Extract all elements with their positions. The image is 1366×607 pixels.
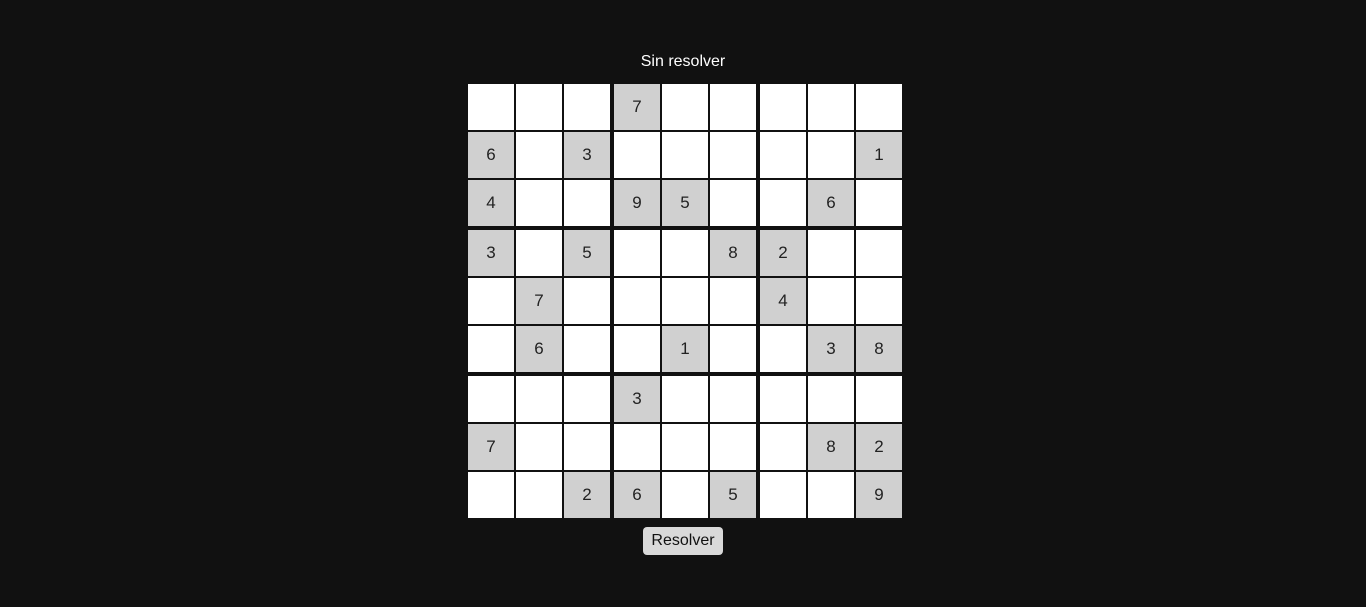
sudoku-cell[interactable] bbox=[808, 278, 854, 324]
sudoku-grid: 76314956358274613837822659 bbox=[466, 82, 902, 518]
sudoku-cell[interactable] bbox=[516, 230, 562, 276]
sudoku-cell[interactable] bbox=[760, 180, 806, 226]
sudoku-cell[interactable] bbox=[662, 376, 708, 422]
sudoku-cell[interactable]: 5 bbox=[564, 230, 610, 276]
sudoku-cell[interactable] bbox=[564, 278, 610, 324]
sudoku-cell[interactable]: 3 bbox=[614, 376, 660, 422]
status-text: Sin resolver bbox=[640, 53, 726, 70]
sudoku-cell[interactable] bbox=[468, 278, 514, 324]
sudoku-cell[interactable] bbox=[856, 230, 902, 276]
solve-button[interactable]: Resolver bbox=[643, 527, 723, 555]
sudoku-cell[interactable]: 3 bbox=[808, 326, 854, 372]
sudoku-cell[interactable] bbox=[808, 84, 854, 130]
sudoku-cell[interactable]: 7 bbox=[468, 424, 514, 470]
sudoku-cell[interactable]: 2 bbox=[856, 424, 902, 470]
sudoku-cell[interactable] bbox=[468, 472, 514, 518]
sudoku-cell[interactable]: 6 bbox=[808, 180, 854, 226]
sudoku-cell[interactable]: 8 bbox=[710, 230, 756, 276]
sudoku-cell[interactable] bbox=[808, 472, 854, 518]
sudoku-cell[interactable] bbox=[856, 84, 902, 130]
sudoku-cell[interactable] bbox=[564, 376, 610, 422]
sudoku-cell[interactable]: 4 bbox=[468, 180, 514, 226]
sudoku-cell[interactable] bbox=[614, 424, 660, 470]
sudoku-cell[interactable]: 2 bbox=[564, 472, 610, 518]
sudoku-cell[interactable]: 3 bbox=[564, 132, 610, 178]
sudoku-cell[interactable] bbox=[760, 132, 806, 178]
sudoku-cell[interactable] bbox=[564, 84, 610, 130]
sudoku-cell[interactable] bbox=[468, 376, 514, 422]
sudoku-cell[interactable]: 6 bbox=[614, 472, 660, 518]
sudoku-cell[interactable] bbox=[662, 424, 708, 470]
sudoku-cell[interactable] bbox=[564, 326, 610, 372]
sudoku-cell[interactable] bbox=[710, 376, 756, 422]
sudoku-cell[interactable] bbox=[710, 180, 756, 226]
sudoku-cell[interactable] bbox=[710, 132, 756, 178]
sudoku-cell[interactable]: 2 bbox=[760, 230, 806, 276]
sudoku-cell[interactable] bbox=[662, 278, 708, 324]
sudoku-cell[interactable] bbox=[564, 180, 610, 226]
sudoku-cell[interactable] bbox=[614, 278, 660, 324]
sudoku-cell[interactable] bbox=[516, 84, 562, 130]
sudoku-cell[interactable]: 8 bbox=[856, 326, 902, 372]
sudoku-cell[interactable] bbox=[760, 84, 806, 130]
sudoku-cell[interactable] bbox=[662, 472, 708, 518]
sudoku-cell[interactable] bbox=[662, 84, 708, 130]
sudoku-cell[interactable] bbox=[614, 230, 660, 276]
sudoku-cell[interactable]: 3 bbox=[468, 230, 514, 276]
sudoku-cell[interactable] bbox=[710, 84, 756, 130]
sudoku-cell[interactable] bbox=[760, 424, 806, 470]
sudoku-cell[interactable]: 8 bbox=[808, 424, 854, 470]
sudoku-cell[interactable] bbox=[662, 230, 708, 276]
sudoku-cell[interactable] bbox=[710, 326, 756, 372]
sudoku-cell[interactable] bbox=[856, 278, 902, 324]
sudoku-cell[interactable] bbox=[468, 84, 514, 130]
sudoku-cell[interactable]: 1 bbox=[856, 132, 902, 178]
sudoku-cell[interactable] bbox=[516, 376, 562, 422]
sudoku-cell[interactable] bbox=[468, 326, 514, 372]
sudoku-cell[interactable] bbox=[710, 424, 756, 470]
sudoku-cell[interactable]: 6 bbox=[468, 132, 514, 178]
sudoku-cell[interactable] bbox=[808, 132, 854, 178]
sudoku-cell[interactable]: 6 bbox=[516, 326, 562, 372]
sudoku-cell[interactable] bbox=[760, 376, 806, 422]
sudoku-cell[interactable]: 5 bbox=[710, 472, 756, 518]
sudoku-cell[interactable] bbox=[516, 472, 562, 518]
sudoku-cell[interactable] bbox=[856, 180, 902, 226]
sudoku-cell[interactable] bbox=[710, 278, 756, 324]
sudoku-cell[interactable] bbox=[808, 376, 854, 422]
sudoku-cell[interactable] bbox=[516, 424, 562, 470]
sudoku-cell[interactable]: 9 bbox=[856, 472, 902, 518]
sudoku-cell[interactable]: 1 bbox=[662, 326, 708, 372]
sudoku-cell[interactable]: 9 bbox=[614, 180, 660, 226]
sudoku-cell[interactable]: 5 bbox=[662, 180, 708, 226]
sudoku-cell[interactable]: 4 bbox=[760, 278, 806, 324]
sudoku-cell[interactable] bbox=[614, 326, 660, 372]
sudoku-cell[interactable] bbox=[564, 424, 610, 470]
sudoku-cell[interactable] bbox=[662, 132, 708, 178]
sudoku-cell[interactable]: 7 bbox=[614, 84, 660, 130]
sudoku-cell[interactable] bbox=[808, 230, 854, 276]
sudoku-cell[interactable] bbox=[760, 472, 806, 518]
sudoku-cell[interactable]: 7 bbox=[516, 278, 562, 324]
sudoku-cell[interactable] bbox=[856, 376, 902, 422]
sudoku-cell[interactable] bbox=[614, 132, 660, 178]
sudoku-cell[interactable] bbox=[760, 326, 806, 372]
sudoku-cell[interactable] bbox=[516, 132, 562, 178]
sudoku-cell[interactable] bbox=[516, 180, 562, 226]
